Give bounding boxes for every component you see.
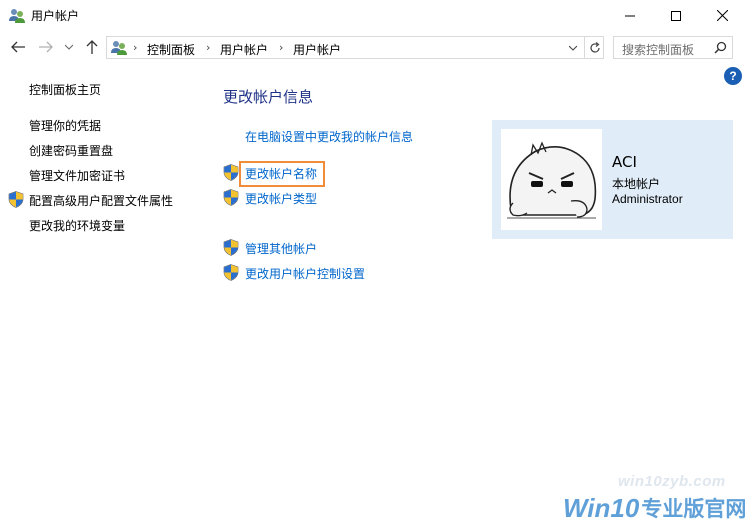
link-change-account-in-pc-settings[interactable]: 在电脑设置中更改我的帐户信息: [245, 128, 413, 145]
watermark-brand-win: Win10: [563, 493, 640, 522]
chevron-down-icon: [65, 44, 73, 50]
uac-shield-icon: [223, 264, 239, 281]
account-avatar: [501, 129, 602, 230]
breadcrumb-separator: ›: [133, 41, 138, 54]
search-placeholder: 搜索控制面板: [622, 43, 695, 57]
refresh-icon: [589, 41, 600, 53]
breadcrumb-separator: ›: [206, 41, 211, 54]
nav-manage-encryption-certs[interactable]: 管理文件加密证书: [29, 167, 125, 184]
search-box[interactable]: 搜索控制面板: [613, 36, 733, 59]
nav-change-environment-variables[interactable]: 更改我的环境变量: [29, 217, 125, 234]
arrow-left-icon: [11, 41, 25, 53]
close-icon: [716, 10, 728, 21]
account-role: Administrator: [612, 192, 683, 206]
recent-locations-button[interactable]: [62, 37, 76, 57]
forward-button[interactable]: [36, 37, 56, 57]
nav-create-reset-disk[interactable]: 创建密码重置盘: [29, 142, 113, 159]
link-change-account-name[interactable]: 更改帐户名称: [245, 165, 317, 182]
maximize-button[interactable]: [653, 0, 699, 31]
address-dropdown-button[interactable]: [563, 37, 583, 58]
minimize-button[interactable]: [607, 0, 653, 31]
watermark-url: win10zyb.com: [618, 473, 726, 490]
nav-advanced-profile-properties[interactable]: 配置高级用户配置文件属性: [29, 192, 173, 209]
back-button[interactable]: [8, 37, 28, 57]
window-title: 用户帐户: [31, 9, 80, 23]
watermark-brand-cn: 专业版官网: [641, 497, 745, 521]
watermark-brand: Win10 专业版官网: [563, 492, 745, 522]
close-button[interactable]: [699, 0, 745, 31]
user-accounts-icon: [9, 9, 25, 23]
breadcrumb-separator: ›: [279, 41, 284, 54]
up-button[interactable]: [82, 37, 102, 57]
help-icon[interactable]: ?: [724, 67, 742, 85]
refresh-button[interactable]: [584, 37, 604, 58]
account-type: 本地帐户: [612, 177, 661, 191]
uac-shield-icon: [223, 239, 239, 256]
maximize-icon: [671, 10, 681, 21]
arrow-right-icon: [39, 41, 53, 53]
nav-manage-credentials[interactable]: 管理你的凭据: [29, 117, 101, 134]
account-card: ACI 本地帐户 Administrator: [492, 120, 733, 239]
account-name: ACI: [612, 153, 637, 171]
chevron-down-icon: [569, 45, 577, 51]
nav-control-panel-home[interactable]: 控制面板主页: [29, 81, 101, 98]
link-change-uac-settings[interactable]: 更改用户帐户控制设置: [245, 265, 365, 282]
breadcrumb-user-accounts-current[interactable]: 用户帐户: [293, 41, 341, 58]
user-accounts-icon: [111, 41, 127, 55]
uac-shield-icon: [8, 191, 24, 208]
uac-shield-icon: [223, 164, 239, 181]
breadcrumb-user-accounts[interactable]: 用户帐户: [220, 41, 268, 58]
page-title: 更改帐户信息: [223, 88, 314, 106]
uac-shield-icon: [223, 189, 239, 206]
search-icon[interactable]: [714, 41, 727, 54]
link-change-account-type[interactable]: 更改帐户类型: [245, 190, 317, 207]
link-manage-other-accounts[interactable]: 管理其他帐户: [245, 240, 317, 257]
avatar-image: [501, 129, 602, 230]
title-bar: 用户帐户: [0, 0, 745, 31]
breadcrumb-control-panel[interactable]: 控制面板: [147, 41, 195, 58]
arrow-up-icon: [86, 40, 98, 54]
navigation-bar: › 控制面板 › 用户帐户 › 用户帐户 搜索控制面板: [0, 31, 745, 63]
minimize-icon: [625, 15, 635, 16]
address-bar[interactable]: › 控制面板 › 用户帐户 › 用户帐户: [106, 36, 604, 59]
